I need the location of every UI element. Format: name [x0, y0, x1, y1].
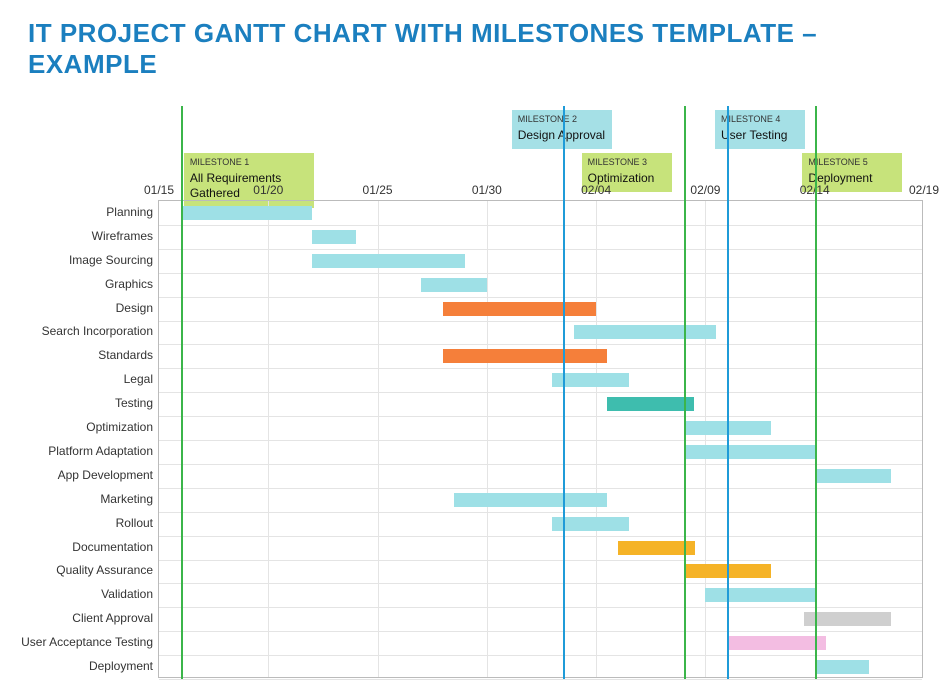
gantt-chart: MILESTONE 1All Requirements GatheredMILE… [0, 50, 943, 697]
x-tick-label: 01/20 [253, 183, 283, 197]
milestone-line [727, 106, 729, 679]
x-tick-label: 02/04 [581, 183, 611, 197]
gantt-bar [443, 349, 607, 363]
task-label: Planning [3, 205, 153, 219]
gantt-bar [312, 230, 356, 244]
plot-area: 01/1501/2001/2501/3002/0402/0902/1402/19 [158, 200, 923, 678]
milestone-line [563, 106, 565, 679]
task-label: Search Incorporation [3, 324, 153, 338]
gantt-bar [607, 397, 694, 411]
gantt-bar [815, 660, 870, 674]
milestone-line [684, 106, 686, 679]
task-label: Platform Adaptation [3, 444, 153, 458]
x-tick-label: 02/09 [690, 183, 720, 197]
gantt-bar [804, 612, 891, 626]
gantt-bar [312, 254, 465, 268]
gantt-bar [181, 206, 312, 220]
x-tick-label: 01/15 [144, 183, 174, 197]
task-label: Optimization [3, 420, 153, 434]
gantt-bar [705, 588, 814, 602]
milestone-box: MILESTONE 2Design Approval [512, 110, 612, 149]
task-label: Design [3, 301, 153, 315]
milestone-line [815, 106, 817, 679]
milestone-line [181, 106, 183, 679]
gantt-bar [574, 325, 716, 339]
gantt-bar [421, 278, 487, 292]
task-label: Image Sourcing [3, 253, 153, 267]
task-label: Documentation [3, 540, 153, 554]
task-label: Wireframes [3, 229, 153, 243]
gantt-bar [454, 493, 607, 507]
task-label: User Acceptance Testing [3, 635, 153, 649]
x-tick-label: 01/30 [472, 183, 502, 197]
task-label: Testing [3, 396, 153, 410]
gantt-bar [815, 469, 892, 483]
task-label: Legal [3, 372, 153, 386]
task-label: App Development [3, 468, 153, 482]
gantt-bar [684, 445, 815, 459]
task-label: Standards [3, 348, 153, 362]
gantt-bar [443, 302, 596, 316]
task-label: Quality Assurance [3, 563, 153, 577]
task-label: Deployment [3, 659, 153, 673]
task-label: Rollout [3, 516, 153, 530]
x-tick-label: 01/25 [363, 183, 393, 197]
task-label: Graphics [3, 277, 153, 291]
x-tick-label: 02/19 [909, 183, 939, 197]
task-label: Validation [3, 587, 153, 601]
task-label: Client Approval [3, 611, 153, 625]
task-label: Marketing [3, 492, 153, 506]
gantt-bar [727, 636, 825, 650]
